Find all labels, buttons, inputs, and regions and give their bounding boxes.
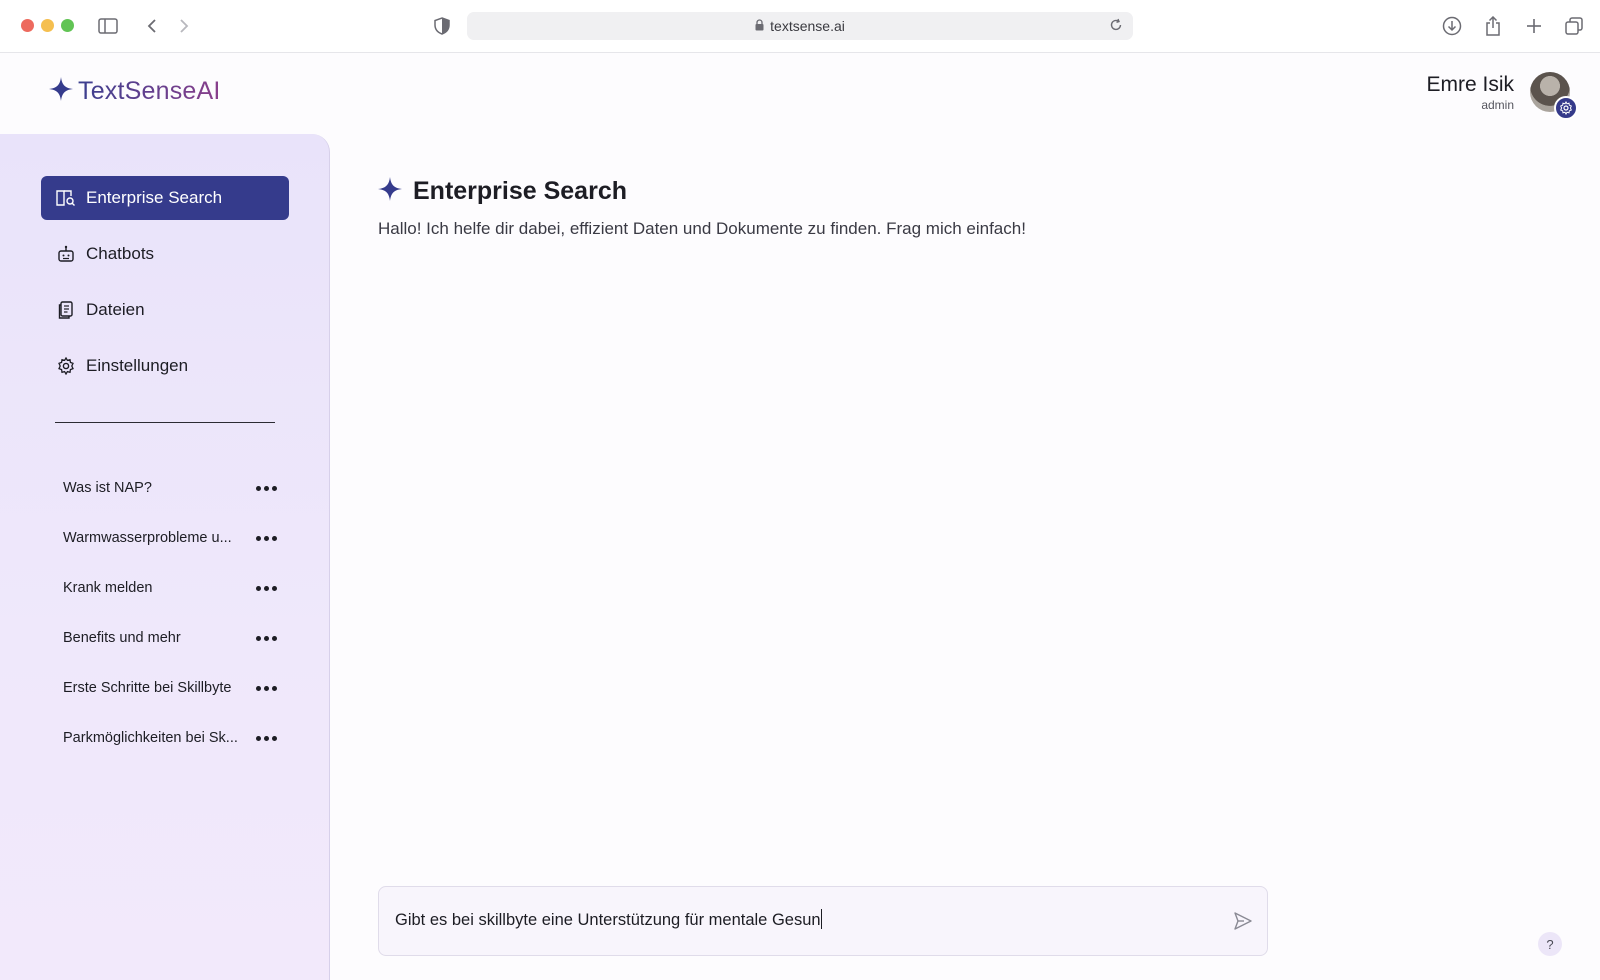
history-item-label: Was ist NAP? <box>63 480 152 496</box>
page-title: Enterprise Search <box>413 177 627 205</box>
chat-input-value: Gibt es bei skillbyte eine Unterstützung… <box>395 911 821 929</box>
share-icon[interactable] <box>1481 14 1505 38</box>
history-item-label: Benefits und mehr <box>63 630 181 646</box>
history-item[interactable]: Erste Schritte bei Skillbyte <box>63 674 277 702</box>
nav-label: Chatbots <box>86 244 155 263</box>
send-icon[interactable] <box>1231 909 1255 933</box>
history-item-label: Krank melden <box>63 580 153 596</box>
settings-gear-icon[interactable] <box>1554 96 1578 120</box>
nav-chatbots[interactable]: Chatbots <box>41 232 289 276</box>
sparkle-icon <box>377 176 403 207</box>
page-subtitle: Hallo! Ich helfe dir dabei, effizient Da… <box>378 219 1026 238</box>
history-item-label: Warmwasserprobleme u... <box>63 530 232 546</box>
privacy-shield-icon[interactable] <box>430 14 454 38</box>
sidebar-divider <box>55 422 275 423</box>
history-item-label: Erste Schritte bei Skillbyte <box>63 680 232 696</box>
history-item[interactable]: Was ist NAP? <box>63 474 277 502</box>
user-name: Emre Isik <box>1426 72 1514 96</box>
download-icon[interactable] <box>1440 14 1464 38</box>
avatar[interactable] <box>1530 72 1578 120</box>
logo-text: TextSenseAI <box>78 77 221 105</box>
sidebar-toggle-icon[interactable] <box>96 14 120 38</box>
book-search-icon <box>56 188 76 208</box>
browser-toolbar: textsense.ai <box>0 0 1600 53</box>
nav-einstellungen[interactable]: Einstellungen <box>41 344 289 388</box>
minimize-window-button[interactable] <box>41 19 54 32</box>
back-icon[interactable] <box>140 14 164 38</box>
nav-label: Dateien <box>86 300 145 319</box>
robot-icon <box>56 244 76 264</box>
more-options-icon[interactable] <box>256 630 277 647</box>
chat-input[interactable]: Gibt es bei skillbyte eine Unterstützung… <box>378 886 1268 956</box>
more-options-icon[interactable] <box>256 730 277 747</box>
url-text: textsense.ai <box>770 18 845 34</box>
new-tab-icon[interactable] <box>1522 14 1546 38</box>
gear-icon <box>56 356 76 376</box>
history-item[interactable]: Parkmöglichkeiten bei Sk... <box>63 724 277 752</box>
more-options-icon[interactable] <box>256 680 277 697</box>
help-button[interactable]: ? <box>1538 932 1562 956</box>
document-icon <box>56 300 76 320</box>
page-header: Enterprise Search <box>377 176 627 207</box>
sidebar: Enterprise Search Chatbots Dateien Einst… <box>0 134 330 980</box>
nav-enterprise-search[interactable]: Enterprise Search <box>41 176 289 220</box>
text-caret <box>820 909 823 929</box>
more-options-icon[interactable] <box>256 480 277 497</box>
user-role: admin <box>1481 97 1514 112</box>
history-item[interactable]: Krank melden <box>63 574 277 602</box>
nav-label: Einstellungen <box>86 356 189 375</box>
maximize-window-button[interactable] <box>61 19 74 32</box>
user-profile[interactable]: Emre Isik admin <box>1426 72 1578 120</box>
address-bar[interactable]: textsense.ai <box>467 12 1133 40</box>
nav-dateien[interactable]: Dateien <box>41 288 289 332</box>
history-item[interactable]: Warmwasserprobleme u... <box>63 524 277 552</box>
nav-label: Enterprise Search <box>86 188 223 207</box>
forward-icon[interactable] <box>172 14 196 38</box>
app-logo[interactable]: TextSenseAI <box>48 76 221 107</box>
reload-icon[interactable] <box>1109 18 1123 35</box>
tab-overview-icon[interactable] <box>1562 14 1586 38</box>
chat-input-field[interactable]: Gibt es bei skillbyte eine Unterstützung… <box>395 909 823 930</box>
more-options-icon[interactable] <box>256 580 277 597</box>
sparkle-logo-icon <box>48 76 74 107</box>
user-info: Emre Isik admin <box>1426 73 1514 112</box>
more-options-icon[interactable] <box>256 530 277 547</box>
history-item-label: Parkmöglichkeiten bei Sk... <box>63 730 238 746</box>
history-item[interactable]: Benefits und mehr <box>63 624 277 652</box>
close-window-button[interactable] <box>21 19 34 32</box>
lock-icon <box>755 18 764 34</box>
